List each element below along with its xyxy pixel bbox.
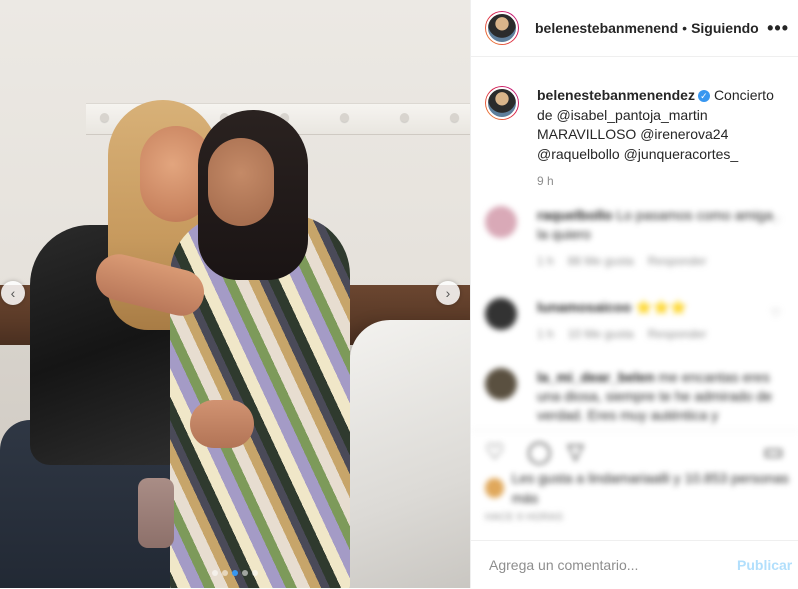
comment-meta: 1 h 88 Me gusta Responder [537,254,707,268]
list-item: lunamosaicoo ⭐⭐⭐ 1 h 10 Me gusta Responder… [485,298,785,344]
carousel-dot [232,570,238,576]
wall-peg [340,113,349,122]
caption-username[interactable]: belenestebanmenendez [537,87,695,103]
comment-username[interactable]: lunamosaicoo [537,299,631,315]
share-icon[interactable]: ▽ [567,439,584,465]
list-item: raquelbollo Lo pasamos como amiga la qui… [485,206,785,271]
caption-avatar[interactable] [485,86,519,120]
handbag [138,478,174,548]
chair-back [350,320,470,588]
wall-peg [400,113,409,122]
face-right [208,138,274,226]
separator: • [682,20,688,36]
hand [190,400,254,448]
carousel-dot [212,570,218,576]
avatar[interactable] [485,206,517,238]
avatar[interactable] [485,11,519,45]
action-bar: ♡ ◯ ▽ ▭ [471,430,798,467]
comment-input[interactable] [487,556,727,574]
wall-peg [100,113,109,122]
post-photo[interactable]: ‹ › [0,0,470,588]
likes-row[interactable]: Les gusta a lindamariaalli y 10.853 pers… [485,468,798,508]
following-button[interactable]: Siguiendo [691,20,759,36]
carousel-dot [242,570,248,576]
comment-text: ⭐⭐⭐ [635,299,688,315]
caption: belenestebanmenendez ✓ Concierto de @isabe… [485,86,785,164]
avatar[interactable] [485,368,517,400]
heart-icon[interactable]: ♡ [770,214,781,228]
comment-meta: 1 h 10 Me gusta Responder [537,327,707,341]
post-header: belenestebanmenend • Siguiendo ••• [471,0,798,57]
comment-username[interactable]: la_mi_dear_belen [537,369,655,385]
post-side-panel: belenestebanmenend • Siguiendo ••• belen… [470,0,798,588]
carousel-dot [252,570,258,576]
comment-box: Publicar [471,540,798,589]
publish-button[interactable]: Publicar [737,557,792,573]
carousel-indicator [0,570,470,576]
caption-time[interactable]: 9 h [537,174,554,188]
post-date: HACE 9 HORAS [485,512,564,523]
chevron-left-icon: ‹ [10,285,16,301]
wall-peg [450,113,459,122]
avatar [485,478,504,498]
bookmark-icon[interactable]: ▭ [763,439,784,465]
heart-icon[interactable]: ♡ [770,306,781,320]
chevron-right-icon: › [445,285,451,301]
carousel-dot [222,570,228,576]
comment-icon[interactable]: ◯ [527,439,552,465]
list-item: la_mi_dear_belen me encantas eres una di… [485,368,785,425]
likes-text: Les gusta a lindamariaalli y 10.853 pers… [511,470,789,506]
comment-username[interactable]: raquelbollo [537,207,612,223]
verified-badge-icon: ✓ [697,90,710,102]
more-options-icon[interactable]: ••• [767,18,789,39]
heart-icon[interactable]: ♡ [485,439,505,465]
avatar[interactable] [485,298,517,330]
carousel-prev-button[interactable]: ‹ [1,281,25,305]
header-username[interactable]: belenestebanmenend [535,20,678,36]
carousel-next-button[interactable]: › [436,281,460,305]
